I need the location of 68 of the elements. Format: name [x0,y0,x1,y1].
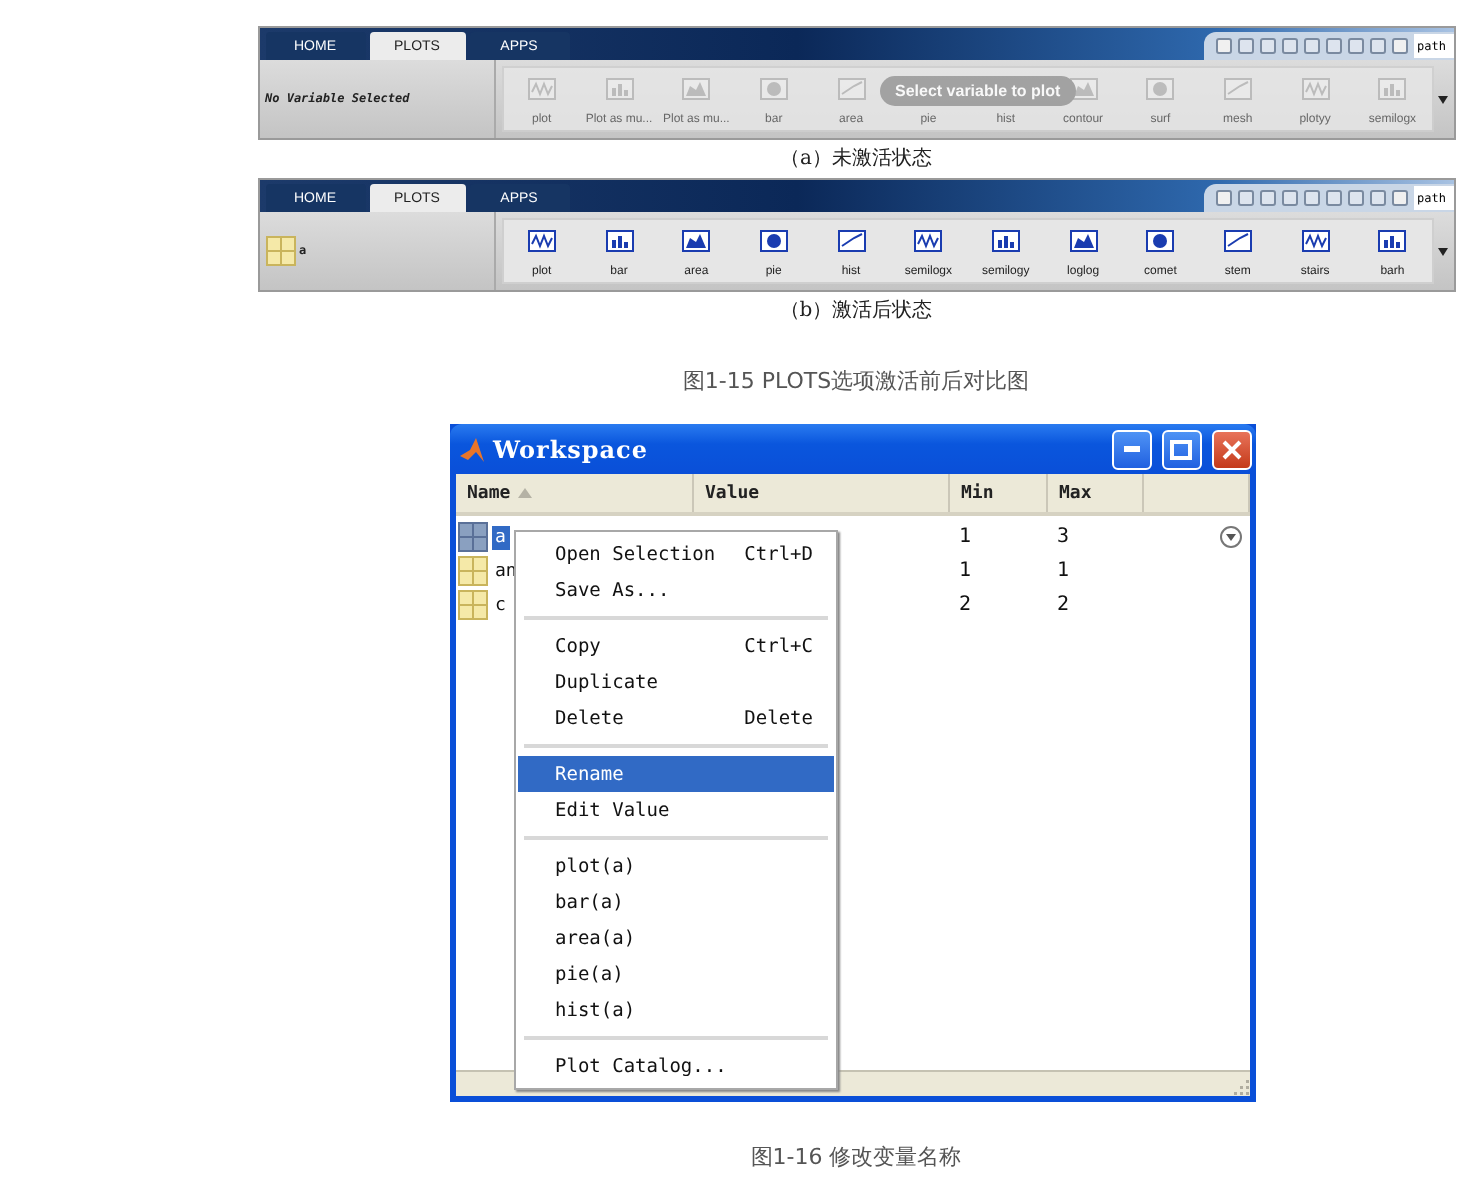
chart-icon [1301,230,1330,252]
menu-item[interactable]: Save As... [517,572,833,608]
chart-icon [991,230,1020,252]
dropdown-icon[interactable] [1438,247,1448,255]
chart-icon [914,230,943,252]
menu-item[interactable]: Open Selection Ctrl+D [517,536,833,572]
variable-icon [457,556,487,586]
chart-icon [682,230,711,252]
dropdown-icon[interactable] [1219,526,1241,548]
menu-item[interactable]: Copy Ctrl+C [517,628,833,664]
table-cell-text: 1 [957,560,974,582]
menu-item[interactable]: Rename [517,756,833,792]
chart-icon [1223,78,1252,100]
menu-item[interactable]: bar(a) [517,884,833,920]
chart-icon [682,78,711,100]
menu-item[interactable]: pie(a) [517,956,833,992]
variable-name[interactable]: c [491,593,510,617]
close-icon [1221,439,1241,459]
chart-icon [1069,230,1098,252]
variable-icon [265,236,295,266]
menu-item[interactable]: Plot Catalog... [517,1048,833,1084]
table-cell-text: 1 [1055,560,1072,582]
figure-subcaption: （a）未激活状态 [780,145,932,170]
minimize-icon [1123,446,1139,452]
column-header[interactable]: Max [1047,474,1143,512]
variable-icon [457,522,487,552]
chart-icon [837,230,866,252]
column-header[interactable]: Min [949,474,1047,512]
figure-caption: 图1-16 修改变量名称 [750,1142,962,1172]
column-header[interactable]: Value [693,474,949,512]
menu-item[interactable]: area(a) [517,920,833,956]
minimize-button[interactable] [1111,429,1151,469]
column-header[interactable]: Name [455,474,693,512]
chart-icon [1378,78,1407,100]
chart-icon [1378,230,1407,252]
variable-icon [457,590,487,620]
logo-icon [457,435,485,463]
tooltip: Select variable to plot [879,76,1077,106]
window-title: Workspace [493,435,649,463]
chart-icon [527,230,556,252]
maximize-button[interactable] [1161,429,1201,469]
resize-grip-icon[interactable] [1229,1078,1249,1096]
variable-name[interactable]: a [491,525,510,549]
menu-item[interactable]: hist(a) [517,992,833,1028]
menu-item[interactable]: Delete Delete [517,700,833,736]
table-cell-text: 2 [1055,594,1072,616]
figure-caption: 图1-15 PLOTS选项激活前后对比图 [682,366,1030,396]
table-cell-text: 1 [957,526,974,548]
chart-icon [1146,78,1175,100]
chart-icon [759,78,788,100]
dropdown-icon[interactable] [1438,95,1448,103]
menu-item[interactable]: plot(a) [517,848,833,884]
close-button[interactable] [1211,429,1251,469]
chart-icon [837,78,866,100]
chart-icon [605,78,633,100]
table-cell-text: 2 [957,594,974,616]
sort-icon [518,488,533,498]
figure-subcaption: （b）激活后状态 [779,297,933,322]
menu-item[interactable]: Edit Value [517,792,833,828]
chart-icon [1301,78,1330,100]
chart-icon [759,230,788,252]
chart-icon [605,230,633,252]
chart-icon [527,78,556,100]
chart-icon [1223,230,1252,252]
chart-icon [1146,230,1175,252]
maximize-icon [1170,439,1192,459]
menu-item[interactable]: Duplicate [517,664,833,700]
table-cell-text: 3 [1055,526,1072,548]
